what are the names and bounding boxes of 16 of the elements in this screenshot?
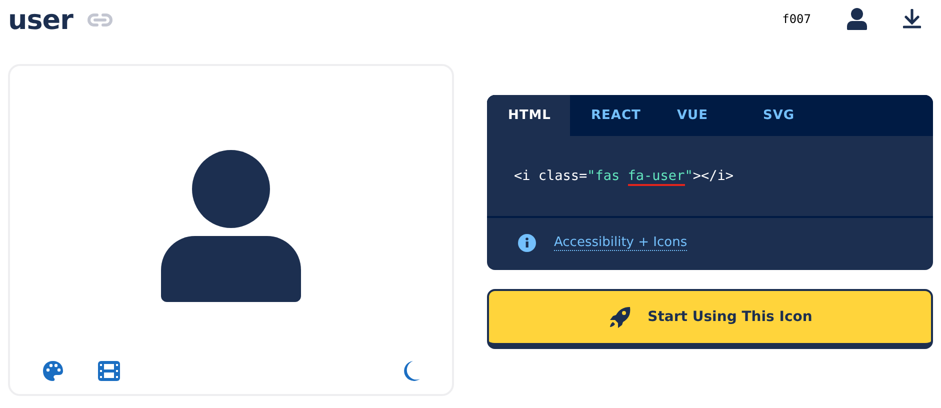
user-icon[interactable] <box>847 8 867 30</box>
accessibility-link[interactable]: Accessibility + Icons <box>554 235 688 251</box>
code-tab[interactable]: REACT <box>570 95 656 136</box>
start-using-button[interactable]: Start Using This Icon <box>487 289 933 349</box>
palette-icon[interactable] <box>42 360 64 382</box>
user-icon <box>161 150 301 302</box>
unicode-label: f007 <box>782 12 811 26</box>
icon-title: user <box>8 6 73 34</box>
code-tab[interactable]: SVG <box>742 95 828 136</box>
download-icon[interactable] <box>903 9 921 29</box>
code-tab[interactable]: HTML <box>487 95 570 136</box>
info-icon <box>518 234 536 252</box>
code-tab[interactable]: VUE <box>656 95 742 136</box>
rocket-icon <box>608 305 632 329</box>
film-icon[interactable] <box>98 361 120 381</box>
code-snippet: <i class="fas fa-user"></i> <box>487 136 933 218</box>
